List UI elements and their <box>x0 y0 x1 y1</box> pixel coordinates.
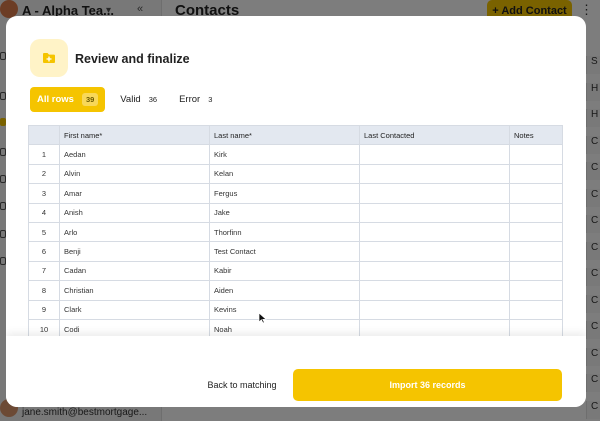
table-row[interactable]: 5 Arlo Thorfinn <box>28 221 563 243</box>
last-name-cell[interactable]: Noah <box>209 318 360 337</box>
row-index-cell: 10 <box>28 318 60 337</box>
last-name-cell[interactable]: Kevins <box>209 299 360 320</box>
notes-cell[interactable] <box>509 260 563 282</box>
column-header-index <box>28 125 60 146</box>
tab-all-rows[interactable]: All rows 39 <box>30 87 106 112</box>
notes-cell[interactable] <box>509 221 563 243</box>
notes-cell[interactable] <box>509 241 563 262</box>
last-contacted-cell[interactable] <box>359 318 510 337</box>
folder-add-icon <box>30 39 68 77</box>
first-name-cell[interactable]: Anish <box>59 202 210 223</box>
notes-cell[interactable] <box>509 183 563 204</box>
row-index-cell: 4 <box>28 202 60 223</box>
tab-label: Error <box>179 94 201 105</box>
table-row[interactable]: 7 Cadan Kabir <box>28 260 563 282</box>
last-contacted-cell[interactable] <box>359 260 510 282</box>
row-index-cell: 2 <box>28 163 60 185</box>
tab-valid[interactable]: Valid 36 <box>113 87 164 112</box>
row-index-cell: 6 <box>28 241 60 262</box>
row-index-cell: 9 <box>28 299 60 320</box>
row-index-cell: 5 <box>28 221 60 243</box>
first-name-cell[interactable]: Arlo <box>59 221 210 243</box>
table-row[interactable]: 4 Anish Jake <box>28 202 563 223</box>
last-contacted-cell[interactable] <box>359 202 510 223</box>
modal-title: Review and finalize <box>75 52 190 66</box>
notes-cell[interactable] <box>509 202 563 223</box>
first-name-cell[interactable]: Benji <box>59 241 210 262</box>
last-contacted-cell[interactable] <box>359 221 510 243</box>
column-header-notes: Notes <box>509 125 563 146</box>
modal-footer: Back to matching Import 36 records <box>6 336 586 407</box>
last-contacted-cell[interactable] <box>359 183 510 204</box>
table-row[interactable]: 3 Amar Fergus <box>28 183 563 204</box>
first-name-cell[interactable]: Cadan <box>59 260 210 282</box>
last-name-cell[interactable]: Test Contact <box>209 241 360 262</box>
tab-label: Valid <box>120 94 141 105</box>
back-to-matching-button[interactable]: Back to matching <box>196 374 288 396</box>
notes-cell[interactable] <box>509 299 563 320</box>
table-row[interactable]: 10 Codi Noah <box>28 318 563 337</box>
notes-cell[interactable] <box>509 144 563 165</box>
notes-cell[interactable] <box>509 163 563 185</box>
filter-tabs: All rows 39 Valid 36 Error 3 <box>30 87 219 112</box>
row-index-cell: 1 <box>28 144 60 165</box>
tab-label: All rows <box>37 94 74 105</box>
first-name-cell[interactable]: Clark <box>59 299 210 320</box>
preview-table-scroll[interactable]: First name* Last name* Last Contacted No… <box>28 125 563 337</box>
column-header-last-contacted: Last Contacted <box>359 125 510 146</box>
last-name-cell[interactable]: Aiden <box>209 280 360 301</box>
first-name-cell[interactable]: Codi <box>59 318 210 337</box>
last-contacted-cell[interactable] <box>359 280 510 301</box>
last-contacted-cell[interactable] <box>359 163 510 185</box>
last-contacted-cell[interactable] <box>359 299 510 320</box>
preview-table: First name* Last name* Last Contacted No… <box>28 125 563 337</box>
column-header-last-name: Last name* <box>209 125 360 146</box>
import-records-button[interactable]: Import 36 records <box>293 369 562 401</box>
review-modal: Review and finalize All rows 39 Valid 36… <box>6 16 586 407</box>
first-name-cell[interactable]: Aedan <box>59 144 210 165</box>
table-row[interactable]: 2 Alvin Kelan <box>28 163 563 185</box>
tab-error[interactable]: Error 3 <box>172 87 219 112</box>
first-name-cell[interactable]: Amar <box>59 183 210 204</box>
row-index-cell: 3 <box>28 183 60 204</box>
notes-cell[interactable] <box>509 318 563 337</box>
last-name-cell[interactable]: Thorfinn <box>209 221 360 243</box>
tab-count-badge: 39 <box>81 93 99 106</box>
table-body: 1 Aedan Kirk 2 Alvin Kelan 3 Amar Fergus 4 Anish Ja… <box>28 144 563 337</box>
last-name-cell[interactable]: Kabir <box>209 260 360 282</box>
last-name-cell[interactable]: Kirk <box>209 144 360 165</box>
column-header-first-name: First name* <box>59 125 210 146</box>
notes-cell[interactable] <box>509 280 563 301</box>
mouse-cursor-icon <box>258 312 267 324</box>
table-row[interactable]: 1 Aedan Kirk <box>28 144 563 165</box>
table-row[interactable]: 8 Christian Aiden <box>28 280 563 301</box>
last-name-cell[interactable]: Jake <box>209 202 360 223</box>
row-index-cell: 8 <box>28 280 60 301</box>
table-header-row: First name* Last name* Last Contacted No… <box>28 125 563 146</box>
table-row[interactable]: 9 Clark Kevins <box>28 299 563 320</box>
last-name-cell[interactable]: Kelan <box>209 163 360 185</box>
first-name-cell[interactable]: Alvin <box>59 163 210 185</box>
table-row[interactable]: 6 Benji Test Contact <box>28 241 563 262</box>
row-index-cell: 7 <box>28 260 60 282</box>
tab-count-badge: 36 <box>148 95 158 104</box>
last-name-cell[interactable]: Fergus <box>209 183 360 204</box>
last-contacted-cell[interactable] <box>359 241 510 262</box>
first-name-cell[interactable]: Christian <box>59 280 210 301</box>
last-contacted-cell[interactable] <box>359 144 510 165</box>
tab-count-badge: 3 <box>208 95 213 104</box>
